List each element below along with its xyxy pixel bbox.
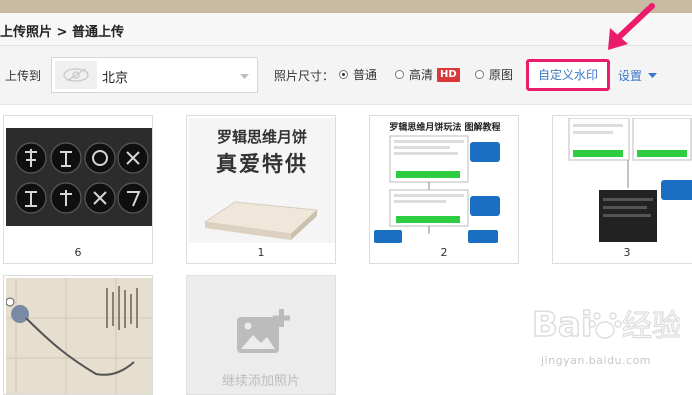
hd-badge: HD	[437, 67, 460, 82]
photo-size-label: 照片尺寸：	[274, 69, 335, 83]
photo-caption: 3	[623, 246, 631, 259]
radio-checked-icon	[339, 70, 348, 79]
photo-caption: 1	[257, 246, 265, 259]
top-strip	[0, 0, 692, 13]
photo-caption: 6	[74, 246, 82, 259]
size-option-original[interactable]: 原图	[475, 66, 513, 83]
settings-label: 设置	[618, 69, 643, 83]
size-option-normal[interactable]: 普通	[339, 66, 377, 83]
photo-caption: 2	[440, 246, 448, 259]
radio-icon	[395, 70, 404, 79]
baidu-watermark-text: jingyan.baidu.com	[541, 354, 652, 367]
photo-headline: 罗辑思维月饼玩法 图解教程	[389, 123, 501, 133]
arrow-pointer-annotation	[598, 0, 658, 59]
svg-text:经验: 经验	[622, 309, 680, 344]
photo-card[interactable]: 6	[3, 115, 153, 264]
size-option-label: 原图	[489, 68, 514, 82]
eye-icon	[55, 61, 97, 89]
photo-card[interactable]: 罗辑思维月饼 真爱特供 1	[186, 115, 336, 264]
photo-card[interactable]: 3	[552, 115, 692, 264]
add-more-photos-label: 继续添加照片	[221, 374, 300, 389]
radio-icon	[475, 70, 484, 79]
add-image-icon	[235, 309, 293, 362]
add-more-photos-button[interactable]: 继续添加照片	[186, 275, 336, 395]
photo-headline: 真爱特供	[216, 152, 308, 176]
photo-thumbnail	[555, 118, 692, 243]
upload-to-label: 上传到	[5, 69, 42, 83]
photo-thumbnail: 罗辑思维月饼玩法 图解教程	[372, 118, 518, 243]
photo-thumbnail: 罗辑思维月饼 真爱特供	[189, 118, 335, 243]
photo-card[interactable]	[3, 275, 153, 395]
size-option-label: 普通	[353, 68, 378, 82]
size-option-hd[interactable]: 高清 HD	[395, 66, 460, 83]
breadcrumb-bar: 上传照片 > 普通上传	[0, 13, 692, 46]
album-name: 北京	[102, 71, 129, 86]
size-option-label: 高清	[409, 68, 434, 82]
chevron-down-icon	[648, 72, 658, 78]
breadcrumb: 上传照片 > 普通上传	[0, 25, 124, 40]
album-select[interactable]: 北京	[51, 57, 258, 93]
chevron-down-icon	[240, 69, 249, 83]
photo-thumbnail	[6, 118, 152, 243]
svg-text:Bai: Bai	[532, 305, 593, 345]
photo-card[interactable]: 罗辑思维月饼玩法 图解教程 2	[369, 115, 519, 264]
photo-thumbnail	[6, 278, 152, 394]
photo-headline: 罗辑思维月饼	[216, 128, 307, 146]
custom-watermark-button[interactable]: 自定义水印	[526, 59, 610, 91]
baidu-logo-watermark: Bai 经验	[530, 296, 682, 355]
upload-toolbar: 上传到 北京 照片尺寸： 普通 高清 HD 原图 自定义水印 设置	[0, 46, 692, 105]
settings-link[interactable]: 设置	[618, 67, 658, 84]
